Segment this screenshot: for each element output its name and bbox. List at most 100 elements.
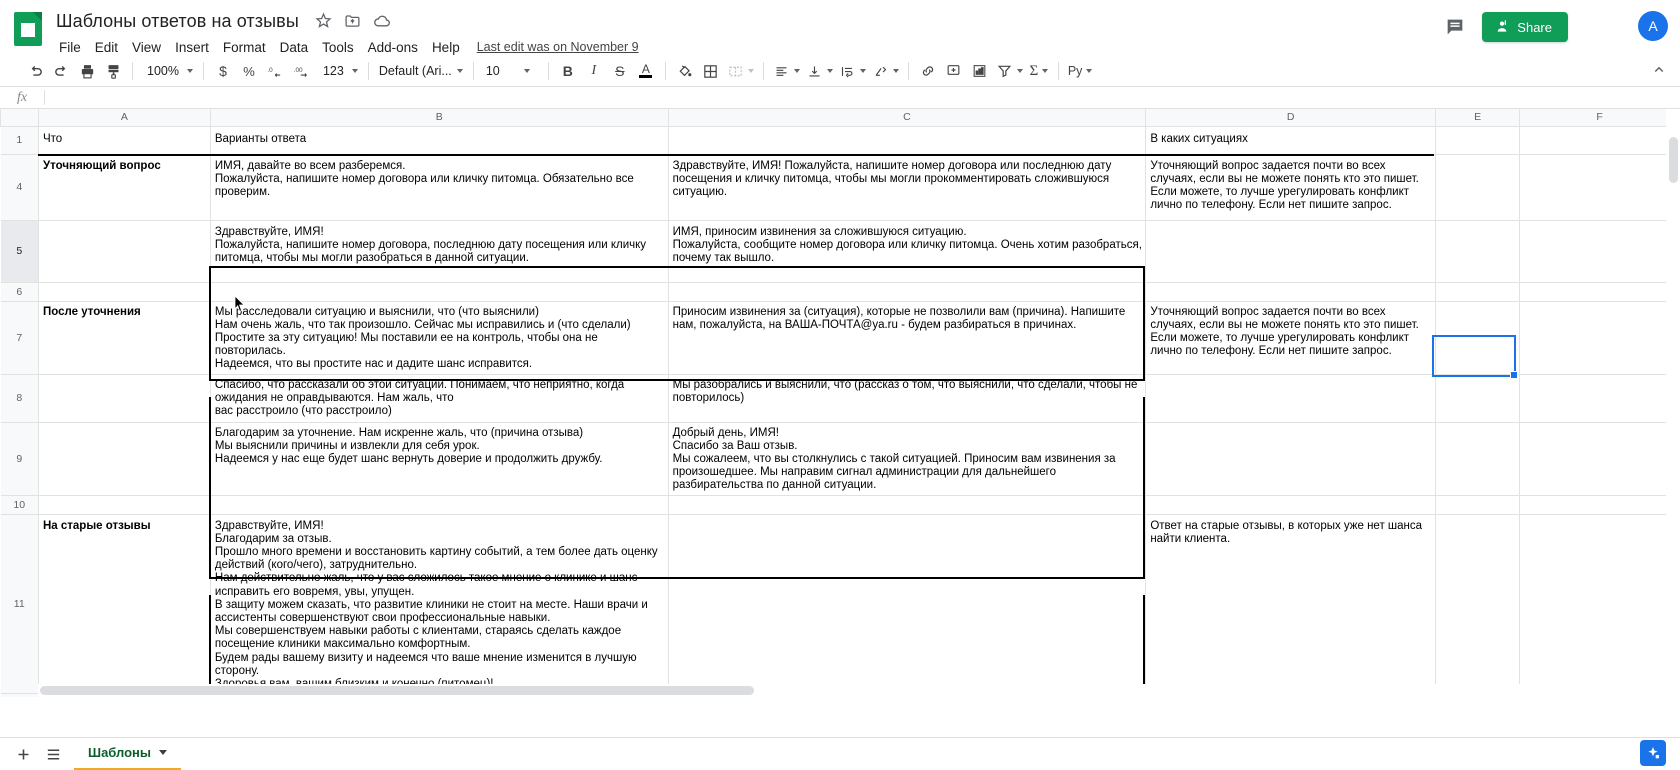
insert-comment-icon[interactable]	[941, 58, 967, 84]
cell-a5[interactable]	[37, 219, 211, 283]
borders-icon[interactable]	[698, 58, 724, 84]
vertical-scroll-thumb[interactable]	[1669, 137, 1678, 183]
select-all-corner[interactable]	[0, 109, 39, 127]
cell-b11[interactable]: Здравствуйте, ИМЯ! Благодарим за отзыв. …	[209, 513, 669, 695]
row-header-12[interactable]: 12	[0, 693, 39, 697]
font-size-selector[interactable]: 10	[480, 59, 542, 83]
cell-e6[interactable]	[1435, 281, 1521, 302]
cell-f4[interactable]	[1519, 153, 1680, 221]
menu-item-help[interactable]: Help	[425, 38, 467, 57]
insert-link-icon[interactable]	[915, 58, 941, 84]
column-header-e[interactable]: E	[1435, 109, 1521, 127]
horizontal-scroll-thumb[interactable]	[40, 686, 754, 695]
cell-d10[interactable]	[1145, 494, 1437, 515]
document-title[interactable]: Шаблоны ответов на отзывы	[52, 9, 303, 34]
cell-e9[interactable]	[1435, 421, 1521, 496]
cell-f7[interactable]	[1519, 300, 1680, 375]
row-header-4[interactable]: 4	[0, 153, 39, 221]
cell-c7[interactable]: Приносим извинения за (ситуация), которы…	[667, 300, 1147, 375]
row-header-1[interactable]: 1	[0, 125, 39, 155]
cell-b6[interactable]	[209, 281, 669, 302]
menu-item-data[interactable]: Data	[273, 38, 316, 57]
cell-c8[interactable]: Мы разобрались и выяснили, что (рассказ …	[667, 373, 1147, 423]
undo-icon[interactable]	[22, 58, 48, 84]
cell-a9[interactable]	[37, 421, 211, 496]
row-header-5[interactable]: 5	[0, 219, 39, 283]
cell-d8[interactable]	[1145, 373, 1437, 423]
cell-d5[interactable]	[1145, 219, 1437, 283]
cell-c6[interactable]	[667, 281, 1147, 302]
menu-item-file[interactable]: File	[52, 38, 88, 57]
move-to-folder-icon[interactable]	[344, 12, 362, 30]
cell-e4[interactable]	[1435, 153, 1521, 221]
add-sheet-icon[interactable]	[8, 739, 38, 769]
cell-c9[interactable]: Добрый день, ИМЯ! Спасибо за Ваш отзыв. …	[667, 421, 1147, 496]
cell-c1[interactable]	[667, 125, 1147, 155]
cell-f10[interactable]	[1519, 494, 1680, 515]
text-color-button[interactable]: A	[633, 58, 659, 84]
macros-icon[interactable]: Py	[1065, 58, 1096, 84]
all-sheets-icon[interactable]	[38, 739, 68, 769]
vertical-align-icon[interactable]	[803, 58, 836, 84]
row-header-7[interactable]: 7	[0, 300, 39, 375]
cell-a6[interactable]	[37, 281, 211, 302]
row-header-10[interactable]: 10	[0, 494, 39, 515]
number-format-selector[interactable]: 123	[315, 59, 362, 83]
column-header-b[interactable]: B	[209, 109, 669, 127]
menu-item-view[interactable]: View	[125, 38, 168, 57]
cell-e8[interactable]	[1435, 373, 1521, 423]
paint-format-icon[interactable]	[100, 58, 126, 84]
column-header-f[interactable]: F	[1519, 109, 1680, 127]
menu-item-format[interactable]: Format	[216, 38, 273, 57]
cell-f6[interactable]	[1519, 281, 1680, 302]
chevron-down-icon[interactable]	[158, 750, 167, 755]
cell-e1[interactable]	[1435, 125, 1521, 155]
cell-c4[interactable]: Здравствуйте, ИМЯ! Пожалуйста, напишите …	[667, 153, 1147, 221]
column-header-c[interactable]: C	[667, 109, 1147, 127]
strikethrough-button[interactable]: S	[607, 58, 633, 84]
cell-b10[interactable]	[209, 494, 669, 515]
avatar[interactable]: A	[1638, 11, 1668, 41]
italic-button[interactable]: I	[581, 58, 607, 84]
menu-item-tools[interactable]: Tools	[315, 38, 361, 57]
zoom-selector[interactable]: 100%	[139, 59, 197, 83]
cell-d1[interactable]: В каких ситуациях	[1145, 125, 1437, 155]
cell-b8[interactable]: Спасибо, что рассказали об этой ситуации…	[209, 373, 669, 423]
cell-f11[interactable]	[1519, 513, 1680, 695]
row-header-6[interactable]: 6	[0, 281, 39, 302]
insert-chart-icon[interactable]	[967, 58, 993, 84]
cell-b5[interactable]: Здравствуйте, ИМЯ! Пожалуйста, напишите …	[209, 219, 669, 283]
horizontal-scrollbar[interactable]	[38, 684, 1666, 697]
cell-a11[interactable]: На старые отзывы	[37, 513, 211, 695]
cell-a8[interactable]	[37, 373, 211, 423]
font-family-selector[interactable]: Default (Ari...	[375, 59, 467, 83]
cell-f9[interactable]	[1519, 421, 1680, 496]
cell-d11[interactable]: Ответ на старые отзывы, в которых уже не…	[1145, 513, 1437, 695]
decrease-decimal-icon[interactable]: .0	[262, 58, 288, 84]
explore-button[interactable]	[1640, 740, 1666, 766]
percent-format-icon[interactable]: %	[236, 58, 262, 84]
cell-a10[interactable]	[37, 494, 211, 515]
cell-b4[interactable]: ИМЯ, давайте во всем разберемся. Пожалуй…	[209, 153, 669, 221]
cell-f8[interactable]	[1519, 373, 1680, 423]
functions-icon[interactable]: Σ	[1026, 58, 1052, 84]
menu-item-edit[interactable]: Edit	[88, 38, 125, 57]
cell-b1[interactable]: Варианты ответа	[209, 125, 669, 155]
text-rotation-icon[interactable]	[869, 58, 902, 84]
cloud-saved-icon[interactable]	[373, 12, 391, 30]
cell-c11[interactable]	[667, 513, 1147, 695]
collapse-toolbar-icon[interactable]	[1650, 61, 1668, 79]
print-icon[interactable]	[74, 58, 100, 84]
redo-icon[interactable]	[48, 58, 74, 84]
fill-color-icon[interactable]	[672, 58, 698, 84]
sheet-tab-shablony[interactable]: Шаблоны	[74, 737, 181, 770]
merge-cells-icon[interactable]	[724, 58, 757, 84]
cell-f1[interactable]	[1519, 125, 1680, 155]
cell-e5[interactable]	[1435, 219, 1521, 283]
vertical-scrollbar[interactable]	[1666, 109, 1680, 697]
cell-e7[interactable]	[1435, 300, 1521, 375]
cell-e11[interactable]	[1435, 513, 1521, 695]
column-header-d[interactable]: D	[1145, 109, 1437, 127]
cell-a7[interactable]: После уточнения	[37, 300, 211, 375]
share-button[interactable]: Share	[1482, 12, 1568, 42]
